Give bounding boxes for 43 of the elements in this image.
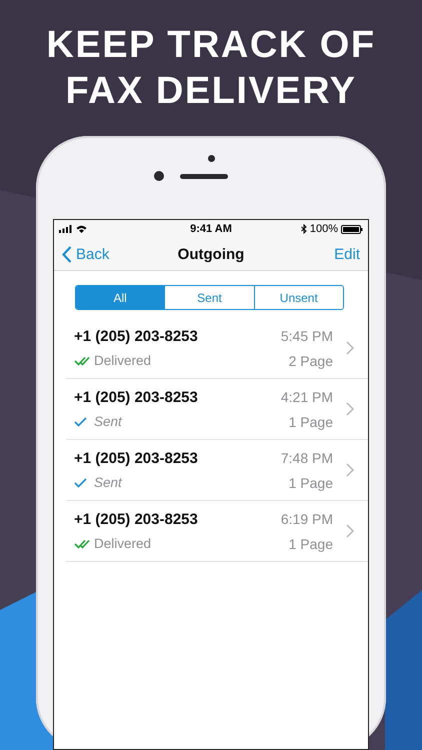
fax-time: 5:45 PM [280,328,333,344]
status-time: 9:41 AM [190,223,232,235]
sensor-icon [208,155,214,162]
fax-status: Delivered [94,536,152,551]
chevron-right-icon [346,341,354,355]
signal-icon [59,225,73,233]
chevron-right-icon [346,463,354,477]
battery-percent: 100% [310,223,338,235]
fax-number: +1 (205) 203-8253 [74,388,198,406]
fax-number: +1 (205) 203-8253 [74,328,198,344]
fax-status: Delivered [94,353,152,368]
headline: KEEP TRACK OF [46,23,376,68]
page-count: 1 Page [288,474,333,490]
fax-time: 7:48 PM [280,450,333,466]
headline: FAX DELIVERY [65,69,357,114]
fax-number: +1 (205) 203-8253 [74,510,198,528]
check-icon [74,416,87,426]
fax-row[interactable]: +1 (205) 203-8253 6:19 PM Delivered 1 Page [66,501,368,562]
chevron-right-icon [346,402,354,416]
battery-icon [341,224,363,234]
fax-status: Sent [94,414,122,429]
fax-number: +1 (205) 203-8253 [74,450,198,466]
bluetooth-icon [300,224,307,234]
chevron-left-icon [62,246,72,262]
check-icon [74,478,87,488]
nav-title: Outgoing [178,246,244,262]
edit-button[interactable]: Edit [290,246,360,262]
chevron-right-icon [346,524,354,538]
fax-time: 4:21 PM [280,389,333,405]
fax-time: 6:19 PM [280,511,333,527]
fax-row[interactable]: +1 (205) 203-8253 4:21 PM Sent 1 Page [66,379,368,440]
fax-row[interactable]: +1 (205) 203-8253 5:45 PM Delivered 2 Page [66,318,368,379]
wifi-icon [76,225,87,233]
fax-status: Sent [94,475,122,490]
page-count: 1 Page [288,414,333,430]
speaker-icon [180,174,228,178]
camera-icon [154,171,164,181]
page-count: 2 Page [288,352,333,368]
page-count: 1 Page [288,536,333,552]
segment-tab[interactable]: All [76,286,164,309]
segment-tab[interactable]: Unsent [254,286,343,309]
back-button[interactable]: Back [62,246,132,262]
fax-row[interactable]: +1 (205) 203-8253 7:48 PM Sent 1 Page [66,440,368,501]
